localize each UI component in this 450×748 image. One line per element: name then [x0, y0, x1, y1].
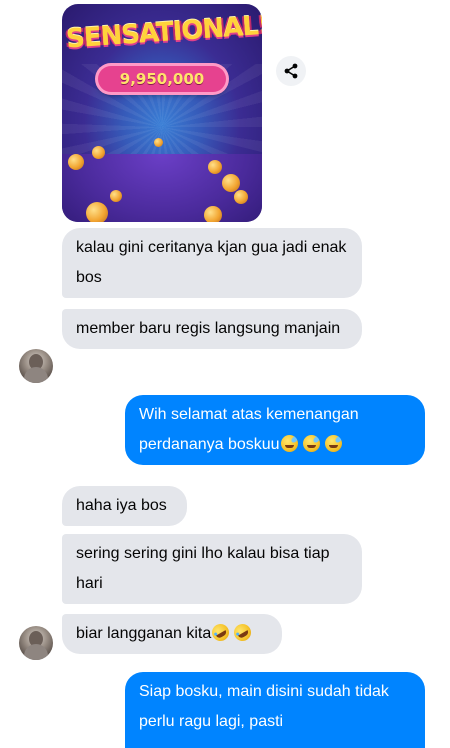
message-bubble-incoming[interactable]: kalau gini ceritanya kjan gua jadi enak …	[62, 228, 362, 298]
message-text: biar langganan kita	[76, 625, 212, 642]
sweat-smile-emoji-icon	[302, 435, 320, 452]
message-bubble-outgoing[interactable]: Wih selamat atas kemenangan perdananya b…	[125, 395, 425, 465]
coin-icon	[222, 174, 240, 192]
contact-avatar[interactable]	[19, 349, 53, 383]
rofl-emoji-icon	[231, 620, 255, 645]
message-bubble-incoming[interactable]: sering sering gini lho kalau bisa tiap h…	[62, 534, 362, 604]
avatar-body	[24, 367, 48, 383]
coin-icon	[208, 160, 222, 174]
coin-icon	[86, 202, 108, 222]
message-text: member baru regis langsung manjain	[76, 320, 341, 337]
shared-image[interactable]: SENSATIONAL! 9,950,000	[62, 4, 262, 222]
share-button[interactable]	[276, 56, 306, 86]
message-text: kalau gini ceritanya kjan gua jadi enak …	[76, 239, 347, 286]
coin-icon	[68, 154, 84, 170]
message-bubble-outgoing[interactable]: Siap bosku, main disini sudah tidak perl…	[125, 672, 425, 748]
message-text: haha iya bos	[76, 497, 167, 514]
message-bubble-incoming[interactable]: member baru regis langsung manjain	[62, 309, 362, 349]
message-text: Siap bosku, main disini sudah tidak perl…	[139, 683, 389, 730]
share-icon	[284, 63, 298, 79]
contact-avatar[interactable]	[19, 626, 53, 660]
coin-icon	[154, 138, 163, 147]
coin-icon	[92, 146, 105, 159]
message-bubble-incoming[interactable]: haha iya bos	[62, 486, 187, 526]
sweat-smile-emoji-icon	[324, 435, 342, 452]
message-text: sering sering gini lho kalau bisa tiap h…	[76, 545, 330, 592]
coin-icon	[110, 190, 122, 202]
image-amount-badge: 9,950,000	[98, 66, 226, 92]
rofl-emoji-icon	[209, 620, 233, 645]
image-title-text: SENSATIONAL!	[65, 10, 262, 55]
avatar-body	[24, 644, 48, 660]
message-bubble-incoming[interactable]: biar langganan kita	[62, 614, 282, 654]
coin-icon	[204, 206, 222, 222]
sweat-smile-emoji-icon	[280, 435, 298, 452]
coin-icon	[234, 190, 248, 204]
